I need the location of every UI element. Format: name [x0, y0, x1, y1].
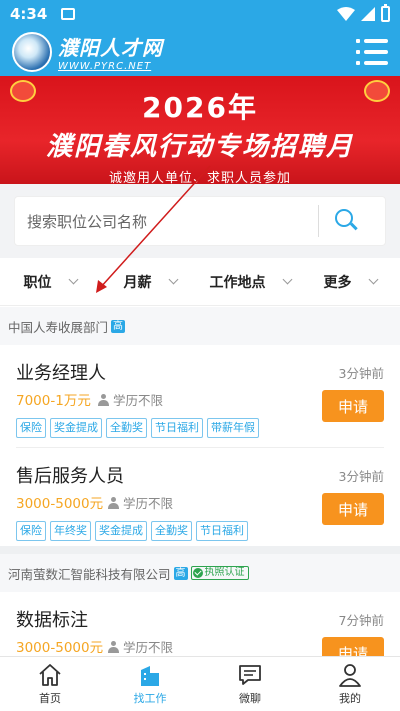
- building-icon: [141, 666, 159, 686]
- apply-button[interactable]: 申请: [322, 493, 384, 525]
- company-header[interactable]: 河南萤数汇智能科技有限公司 高 执照认证: [0, 554, 400, 592]
- nav-label: 首页: [39, 692, 61, 705]
- section-gap: [0, 546, 400, 554]
- job-title: 售后服务人员: [16, 466, 124, 487]
- filter-more[interactable]: 更多: [300, 272, 400, 292]
- benefit-tag: 年终奖: [50, 521, 91, 541]
- lantern-icon: [364, 80, 390, 102]
- battery-icon: [381, 4, 390, 22]
- home-icon: [39, 664, 61, 686]
- menu-button[interactable]: [356, 39, 388, 65]
- filter-label: 更多: [323, 274, 352, 291]
- filter-bar: 职位 月薪 工作地点 更多: [0, 258, 400, 306]
- job-time: 3分钟前: [338, 366, 384, 381]
- apply-button[interactable]: 申请: [322, 637, 384, 656]
- nav-profile[interactable]: 我的: [300, 657, 400, 711]
- logo-url: WWW.PYRC.NET: [58, 61, 152, 72]
- filter-label: 工作地点: [209, 274, 266, 291]
- signal-icon: [361, 7, 375, 21]
- banner-title: 濮阳春风行动专场招聘月: [45, 132, 354, 162]
- logo-title: 濮阳人才网: [58, 36, 163, 60]
- filter-label: 月薪: [123, 274, 152, 291]
- job-card[interactable]: 售后服务人员 3分钟前 3000-5000元 学历不限 申请 保险 年终奖 奖金…: [0, 448, 400, 546]
- job-education: 学历不限: [108, 637, 173, 656]
- nav-label: 微聊: [239, 692, 261, 705]
- person-icon: [339, 664, 361, 687]
- company-header[interactable]: 中国人寿收展部门 高: [0, 307, 400, 345]
- nav-home[interactable]: 首页: [0, 657, 100, 711]
- job-salary: 3000-5000元: [16, 640, 104, 656]
- education-label: 学历不限: [123, 496, 174, 511]
- person-icon: [108, 640, 119, 653]
- filter-salary[interactable]: 月薪: [100, 272, 200, 292]
- chevron-down-icon: [368, 274, 378, 285]
- search-divider: [318, 205, 319, 237]
- high-badge: 高: [173, 566, 188, 580]
- job-tags: 保险 奖金提成 全勤奖 节日福利 带薪年假: [16, 418, 259, 438]
- nav-chat[interactable]: 微聊: [200, 657, 300, 711]
- job-education: 学历不限: [108, 493, 173, 512]
- benefit-tag: 奖金提成: [50, 418, 102, 438]
- banner-year: 2026年: [142, 91, 258, 124]
- benefit-tag: 全勤奖: [151, 521, 192, 541]
- benefit-tag: 保险: [16, 418, 46, 438]
- filter-position[interactable]: 职位: [0, 272, 100, 292]
- job-title: 数据标注: [16, 610, 88, 631]
- filter-label: 职位: [23, 274, 52, 291]
- app-header: 濮阳人才网 WWW.PYRC.NET: [0, 28, 400, 76]
- banner-subtitle: 诚邀用人单位、求职人员参加: [108, 171, 291, 184]
- image-notification-icon: [61, 8, 76, 20]
- job-salary: 3000-5000元: [16, 496, 104, 512]
- company-name: 河南萤数汇智能科技有限公司: [8, 566, 171, 582]
- search-icon[interactable]: [335, 209, 359, 233]
- chevron-down-icon: [68, 274, 78, 285]
- status-bar: 4:34: [0, 0, 400, 28]
- chevron-down-icon: [168, 274, 178, 285]
- lantern-icon: [10, 80, 36, 102]
- job-tags: 保险 年终奖 奖金提成 全勤奖 节日福利: [16, 521, 248, 541]
- benefit-tag: 全勤奖: [106, 418, 147, 438]
- person-icon: [98, 393, 109, 406]
- nav-label: 找工作: [133, 692, 167, 705]
- chat-icon: [239, 665, 261, 685]
- education-label: 学历不限: [113, 393, 164, 408]
- benefit-tag: 带薪年假: [207, 418, 259, 438]
- job-card[interactable]: 业务经理人 3分钟前 7000-1万元 学历不限 申请 保险 奖金提成 全勤奖 …: [0, 345, 400, 445]
- search-input[interactable]: 搜索职位公司名称: [14, 196, 386, 246]
- status-time: 4:34: [10, 5, 48, 23]
- high-badge: 高: [111, 319, 126, 333]
- benefit-tag: 保险: [16, 521, 46, 541]
- benefit-tag: 节日福利: [151, 418, 203, 438]
- check-icon: [192, 568, 203, 578]
- apply-button[interactable]: 申请: [322, 390, 384, 422]
- wifi-icon: [337, 7, 355, 21]
- job-time: 7分钟前: [338, 613, 384, 628]
- nav-find-job[interactable]: 找工作: [100, 657, 200, 711]
- job-salary: 7000-1万元: [16, 393, 91, 409]
- cert-label: 执照认证: [204, 567, 245, 578]
- job-time: 3分钟前: [338, 469, 384, 484]
- chevron-down-icon: [282, 274, 292, 285]
- logo[interactable]: 濮阳人才网 WWW.PYRC.NET: [58, 32, 163, 72]
- benefit-tag: 节日福利: [196, 521, 248, 541]
- promo-banner[interactable]: 2026年 濮阳春风行动专场招聘月 诚邀用人单位、求职人员参加: [0, 76, 400, 184]
- job-card[interactable]: 数据标注 7分钟前 3000-5000元 学历不限 申请: [0, 592, 400, 656]
- filter-location[interactable]: 工作地点: [200, 272, 300, 292]
- person-icon: [108, 496, 119, 509]
- job-title: 业务经理人: [16, 363, 106, 384]
- company-name: 中国人寿收展部门: [8, 319, 109, 335]
- nav-label: 我的: [339, 692, 361, 705]
- license-verified-badge: 执照认证: [190, 566, 249, 580]
- search-placeholder: 搜索职位公司名称: [27, 212, 148, 231]
- education-label: 学历不限: [123, 640, 174, 655]
- search-area: 搜索职位公司名称: [0, 184, 400, 258]
- benefit-tag: 奖金提成: [95, 521, 147, 541]
- logo-globe-icon: [12, 32, 52, 72]
- bottom-nav: 首页 找工作 微聊 我的: [0, 656, 400, 711]
- job-education: 学历不限: [98, 390, 163, 409]
